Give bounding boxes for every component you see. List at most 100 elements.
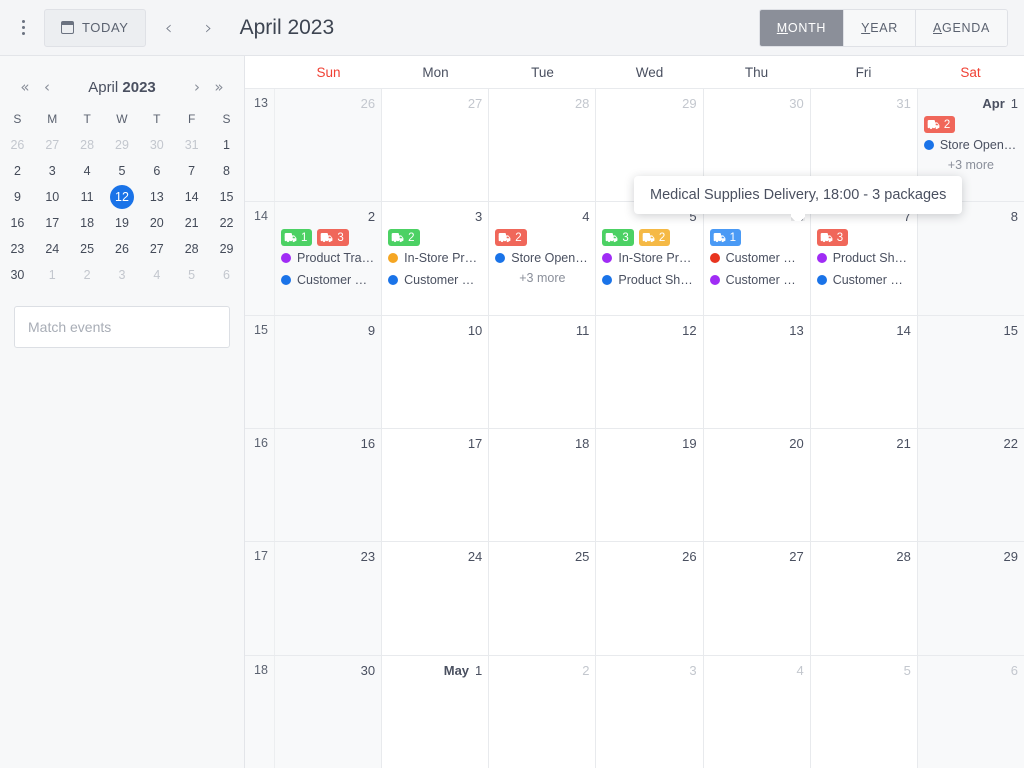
view-button-month[interactable]: MONTH [759,10,845,46]
mini-day-cell[interactable]: 18 [70,210,105,236]
day-cell[interactable]: 3 2 In-Store Pr… Customer … [382,202,490,315]
kebab-menu-icon[interactable] [8,8,38,48]
mini-day-cell[interactable]: 25 [70,236,105,262]
calendar-event[interactable]: Customer E… [816,270,911,290]
day-cell[interactable]: 20 [704,428,811,542]
mini-day-cell[interactable]: 4 [139,262,174,288]
day-cell[interactable]: 9 [275,315,383,428]
mini-day-cell[interactable]: 4 [70,158,105,184]
mini-day-cell[interactable]: 23 [0,236,35,262]
day-cell[interactable]: 13 [704,315,811,428]
mini-day-cell[interactable]: 28 [174,236,209,262]
view-button-agenda[interactable]: AGENDA [916,10,1007,46]
week-number[interactable]: 15 [245,315,275,428]
chevron-right-icon[interactable]: › [192,8,226,48]
search-input[interactable] [14,306,230,348]
delivery-badge-blue[interactable]: 1 [709,229,741,247]
mini-day-cell[interactable]: 27 [139,236,174,262]
day-cell[interactable]: 27 [704,542,811,655]
mini-day-cell[interactable]: 6 [139,158,174,184]
mini-day-cell[interactable]: 2 [70,262,105,288]
chevron-right-icon[interactable]: › [186,74,208,100]
mini-day-cell[interactable]: 19 [105,210,140,236]
mini-day-cell[interactable]: 15 [209,184,244,210]
calendar-event[interactable]: In-Store Pr… [602,248,696,268]
day-cell[interactable]: 27 [382,89,490,202]
day-cell[interactable]: 17 [382,428,490,542]
delivery-badge-green[interactable]: 2 [388,229,420,247]
delivery-badge-orange[interactable]: 2 [638,229,671,247]
day-cell[interactable]: 26 [275,89,383,202]
mini-day-cell[interactable]: 3 [35,158,70,184]
day-cell[interactable]: 23 [275,542,383,655]
double-chevron-right-icon[interactable]: » [208,74,230,100]
double-chevron-left-icon[interactable]: « [14,74,36,100]
mini-day-cell[interactable]: 21 [174,210,209,236]
mini-day-cell[interactable]: 31 [174,132,209,158]
day-cell[interactable]: 21 [811,428,918,542]
calendar-event[interactable]: Customer … [388,270,482,290]
mini-day-cell[interactable]: 5 [174,262,209,288]
more-events-link[interactable]: +3 more [924,158,1018,172]
calendar-event[interactable]: Product Sh… [602,270,696,290]
day-cell[interactable]: 4 [704,655,811,768]
day-cell[interactable]: May 1 [382,655,490,768]
day-cell[interactable]: 26 [596,542,704,655]
calendar-event[interactable]: Customer S… [709,270,804,290]
day-cell[interactable]: 2 1 3 Product Tra… Customer S… [275,202,383,315]
day-cell[interactable]: 10 [382,315,490,428]
delivery-badge-red[interactable]: 3 [816,229,849,247]
day-cell[interactable]: 24 [382,542,490,655]
mini-day-cell[interactable]: 24 [35,236,70,262]
delivery-badge-green[interactable]: 3 [602,229,634,247]
day-cell[interactable]: 30 [275,655,383,768]
week-number[interactable]: 18 [245,655,275,768]
day-cell[interactable]: 22 [917,428,1024,542]
mini-day-cell[interactable]: 11 [70,184,105,210]
mini-day-cell[interactable]: 7 [174,158,209,184]
calendar-event[interactable]: Product Tra… [281,248,375,268]
mini-day-cell[interactable]: 9 [0,184,35,210]
mini-day-cell[interactable]: 8 [209,158,244,184]
mini-day-cell[interactable]: 2 [0,158,35,184]
mini-day-cell[interactable]: 30 [139,132,174,158]
day-cell[interactable]: 11 [489,315,597,428]
day-cell[interactable]: 8 [917,202,1024,315]
more-events-link[interactable]: +3 more [495,271,589,285]
delivery-badge-red[interactable]: 2 [923,116,956,133]
week-number[interactable]: 13 [245,89,275,202]
day-cell[interactable]: 18 [489,428,597,542]
day-cell[interactable]: 25 [489,542,597,655]
mini-day-cell[interactable]: 5 [105,158,140,184]
calendar-event[interactable]: Customer S… [281,270,375,290]
mini-day-cell[interactable]: 17 [35,210,70,236]
mini-day-cell[interactable]: 6 [209,262,244,288]
calendar-event[interactable]: Product Sh… [816,248,911,268]
day-cell[interactable]: 16 [275,428,383,542]
chevron-left-icon[interactable]: ‹ [36,74,58,100]
mini-day-cell[interactable]: 13 [139,184,174,210]
delivery-badge-green[interactable]: 1 [281,229,313,247]
mini-day-cell[interactable]: 1 [35,262,70,288]
mini-day-cell[interactable]: 29 [105,132,140,158]
day-cell[interactable]: 3 [596,655,704,768]
mini-day-cell[interactable]: 1 [209,132,244,158]
day-cell[interactable]: 29 [917,542,1024,655]
day-cell[interactable]: 28 [811,542,918,655]
day-cell[interactable]: 7 3 Product Sh… Customer E… [811,202,918,315]
mini-day-cell[interactable]: 28 [70,132,105,158]
mini-day-cell[interactable]: 22 [209,210,244,236]
day-cell[interactable]: 14 [811,315,918,428]
mini-day-cell[interactable]: 20 [139,210,174,236]
calendar-event[interactable]: Customer E… [709,248,804,268]
mini-day-cell[interactable]: 30 [0,262,35,288]
calendar-event[interactable]: Store Openi… [495,248,589,268]
mini-day-cell[interactable]: 14 [174,184,209,210]
mini-day-cell[interactable]: 29 [209,236,244,262]
mini-day-cell[interactable]: 10 [35,184,70,210]
day-cell[interactable]: 28 [489,89,597,202]
day-cell[interactable]: 12 [596,315,704,428]
calendar-event[interactable]: In-Store Pr… [388,248,482,268]
mini-day-cell[interactable]: 27 [35,132,70,158]
day-cell[interactable]: 5 3 2 In-Store Pr… Product Sh… [596,202,704,315]
